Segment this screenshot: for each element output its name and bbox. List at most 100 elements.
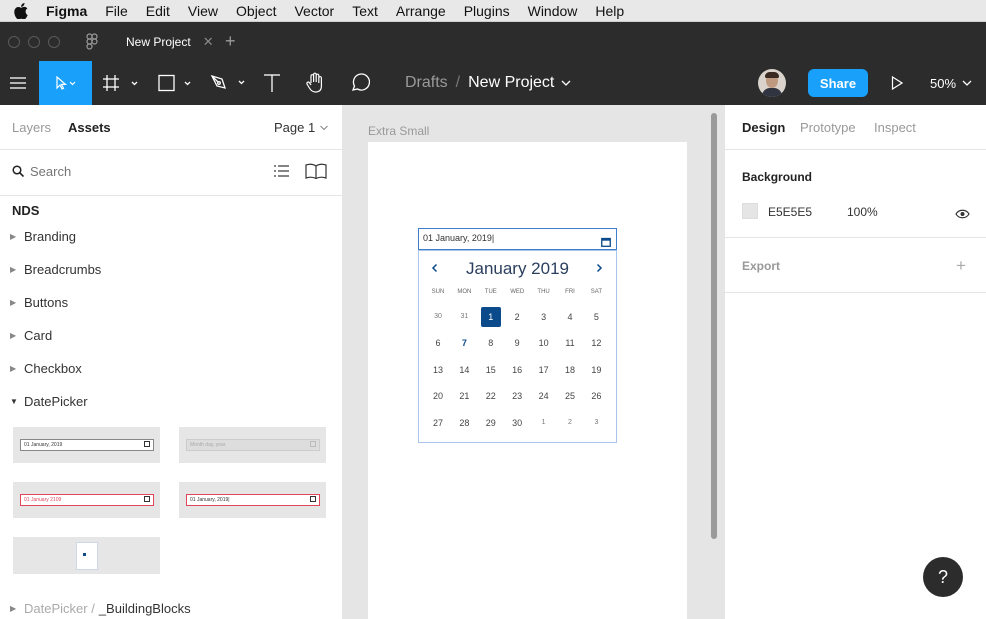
new-tab-plus-icon[interactable]: + — [225, 31, 236, 52]
apple-icon[interactable] — [14, 2, 32, 19]
menu-text[interactable]: Text — [352, 3, 378, 19]
menu-plugins[interactable]: Plugins — [464, 3, 510, 19]
calendar-day[interactable]: 25 — [560, 386, 580, 406]
tab-prototype[interactable]: Prototype — [800, 120, 856, 135]
search-input[interactable] — [30, 162, 230, 180]
calendar-day-today[interactable]: 7 — [454, 333, 474, 353]
component-thumbnail-calendar[interactable] — [13, 537, 160, 574]
tab-design[interactable]: Design — [742, 120, 785, 135]
breadcrumb-drafts[interactable]: Drafts — [405, 74, 448, 92]
calendar-day[interactable]: 23 — [507, 386, 527, 406]
tab-new-project[interactable]: New Project ✕ — [112, 22, 218, 61]
list-view-icon[interactable] — [274, 164, 289, 182]
calendar-day[interactable]: 11 — [560, 333, 580, 353]
frame-label[interactable]: Extra Small — [368, 124, 429, 138]
window-close-button[interactable] — [8, 35, 20, 48]
menu-object[interactable]: Object — [236, 3, 276, 19]
help-button[interactable]: ? — [923, 557, 963, 597]
background-color-swatch[interactable] — [742, 203, 758, 219]
tab-assets[interactable]: Assets — [68, 120, 111, 135]
calendar-day[interactable]: 24 — [534, 386, 554, 406]
menu-vector[interactable]: Vector — [294, 3, 334, 19]
frame-tool-button[interactable] — [100, 61, 144, 105]
figma-home-icon[interactable] — [86, 33, 98, 55]
frame-extra-small[interactable]: 01 January, 2019| January 2019 SUN MON TUE… — [368, 142, 687, 619]
calendar-day[interactable]: 5 — [586, 307, 606, 327]
calendar-day[interactable]: 30 — [428, 307, 448, 327]
calendar-day[interactable]: 28 — [454, 413, 474, 433]
calendar-day-selected[interactable]: 1 — [480, 307, 501, 327]
menu-view[interactable]: View — [188, 3, 218, 19]
add-export-plus-icon[interactable]: + — [956, 256, 966, 276]
component-thumbnail-datepicker-default[interactable]: 01 January, 2019 — [13, 427, 160, 463]
calendar-day[interactable]: 17 — [534, 360, 554, 380]
comment-tool-button[interactable] — [346, 61, 374, 105]
chevron-down-icon[interactable] — [560, 78, 572, 88]
calendar-day[interactable]: 2 — [507, 307, 527, 327]
next-month-chevron-icon[interactable] — [595, 260, 603, 278]
calendar-day[interactable]: 27 — [428, 413, 448, 433]
tab-inspect[interactable]: Inspect — [874, 120, 916, 135]
hand-tool-button[interactable] — [300, 61, 330, 105]
page-selector[interactable]: Page 1 — [274, 120, 329, 135]
calendar-day[interactable]: 6 — [428, 333, 448, 353]
text-tool-button[interactable] — [258, 61, 286, 105]
group-breadcrumbs[interactable]: ▶ Breadcrumbs — [0, 262, 101, 277]
calendar-day[interactable]: 18 — [560, 360, 580, 380]
tab-layers[interactable]: Layers — [12, 120, 51, 135]
group-datepicker[interactable]: ▼ DatePicker — [0, 394, 88, 409]
calendar-day[interactable]: 16 — [507, 360, 527, 380]
menu-window[interactable]: Window — [528, 3, 578, 19]
calendar-day[interactable]: 19 — [586, 360, 606, 380]
shape-tool-button[interactable] — [154, 61, 198, 105]
date-input[interactable]: 01 January, 2019| — [418, 228, 617, 250]
avatar[interactable] — [758, 61, 786, 105]
main-menu-icon[interactable] — [0, 61, 36, 105]
eye-icon[interactable] — [955, 206, 970, 224]
project-name[interactable]: New Project — [468, 74, 554, 92]
calendar-day[interactable]: 15 — [481, 360, 501, 380]
share-button[interactable]: Share — [808, 69, 868, 97]
background-opacity[interactable]: 100% — [847, 205, 878, 219]
tab-close-icon[interactable]: ✕ — [203, 34, 214, 50]
calendar-day[interactable]: 10 — [534, 333, 554, 353]
calendar-day[interactable]: 8 — [481, 333, 501, 353]
group-branding[interactable]: ▶ Branding — [0, 229, 76, 244]
calendar-day[interactable]: 14 — [454, 360, 474, 380]
calendar-day[interactable]: 12 — [586, 333, 606, 353]
group-card[interactable]: ▶ Card — [0, 328, 52, 343]
zoom-dropdown[interactable]: 50% — [930, 61, 973, 105]
calendar-day[interactable]: 29 — [481, 413, 501, 433]
calendar-day[interactable]: 4 — [560, 307, 580, 327]
calendar-day[interactable]: 21 — [454, 386, 474, 406]
window-minimize-button[interactable] — [28, 35, 40, 48]
calendar-day[interactable]: 3 — [534, 307, 554, 327]
calendar-day[interactable]: 22 — [481, 386, 501, 406]
component-thumbnail-datepicker-error[interactable]: 01 January 2109 — [13, 482, 160, 518]
menu-arrange[interactable]: Arrange — [396, 3, 446, 19]
calendar-day[interactable]: 1 — [534, 413, 554, 433]
menu-edit[interactable]: Edit — [146, 3, 170, 19]
present-play-icon[interactable] — [886, 61, 908, 105]
calendar-day[interactable]: 9 — [507, 333, 527, 353]
canvas-scrollbar[interactable] — [711, 113, 717, 539]
component-thumbnail-datepicker-focus-error[interactable]: 01 January, 2019| — [179, 482, 326, 518]
menu-file[interactable]: File — [105, 3, 128, 19]
calendar-day[interactable]: 13 — [428, 360, 448, 380]
group-buttons[interactable]: ▶ Buttons — [0, 295, 68, 310]
calendar-day[interactable]: 20 — [428, 386, 448, 406]
group-datepicker-buildingblocks[interactable]: ▶ DatePicker / _BuildingBlocks — [0, 601, 191, 616]
menu-figma[interactable]: Figma — [46, 3, 87, 19]
calendar-day[interactable]: 30 — [507, 413, 527, 433]
component-thumbnail-datepicker-disabled[interactable]: Month day, year — [179, 427, 326, 463]
canvas[interactable]: Extra Small 01 January, 2019| January 20… — [343, 105, 724, 619]
window-zoom-button[interactable] — [48, 35, 60, 48]
move-tool-button[interactable] — [39, 61, 92, 105]
calendar-day[interactable]: 31 — [454, 307, 474, 327]
menu-help[interactable]: Help — [595, 3, 624, 19]
background-hex[interactable]: E5E5E5 — [768, 205, 812, 219]
group-checkbox[interactable]: ▶ Checkbox — [0, 361, 82, 376]
calendar-day[interactable]: 26 — [586, 386, 606, 406]
pen-tool-button[interactable] — [206, 61, 250, 105]
calendar-day[interactable]: 3 — [586, 413, 606, 433]
